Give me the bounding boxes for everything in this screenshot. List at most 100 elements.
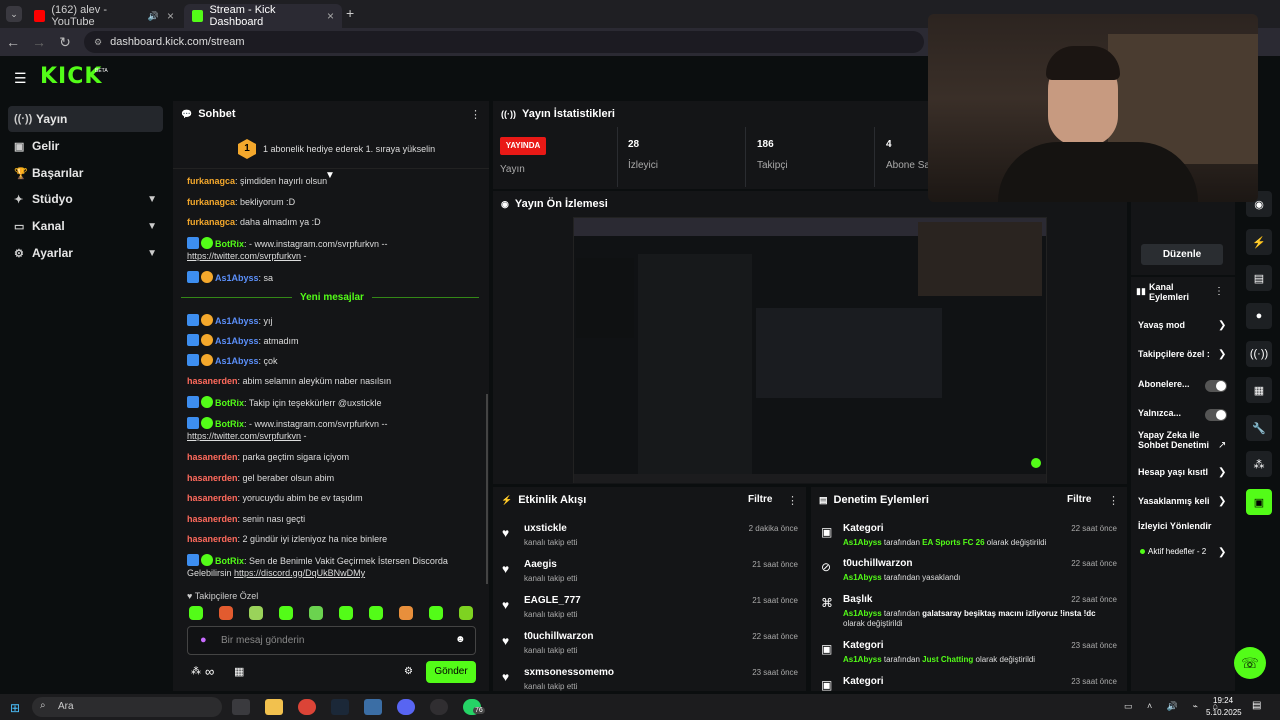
chevron-right-icon[interactable]: ❯ xyxy=(1218,547,1226,558)
close-tab-icon[interactable]: × xyxy=(167,9,174,23)
channel-action-label[interactable]: Yapay Zeka ile Sohbet Denetimi xyxy=(1138,430,1216,450)
file-explorer-icon[interactable] xyxy=(265,699,283,715)
sidebar-item-gelir[interactable]: ▣ Gelir xyxy=(8,133,163,159)
clapperboard-icon[interactable]: ▣ xyxy=(1246,489,1272,515)
activity-username[interactable]: EAGLE_777 xyxy=(524,595,581,606)
chat-input[interactable]: ● Bir mesaj gönderin ☻ xyxy=(187,626,476,655)
moderation-actor[interactable]: As1Abyss xyxy=(843,573,882,582)
taskbar-search[interactable]: ⌕ Ara xyxy=(32,697,222,717)
chat-menu-icon[interactable]: ⋮ xyxy=(470,108,481,121)
chat-link[interactable]: https://discord.gg/DqUkBNwDMy xyxy=(234,568,365,578)
activity-username[interactable]: Aaegis xyxy=(524,559,557,570)
tab-youtube[interactable]: (162) alev - YouTube 🔊 × xyxy=(26,4,182,28)
emote-icon[interactable] xyxy=(219,606,233,620)
chevron-right-icon[interactable]: ❯ xyxy=(1218,349,1226,360)
menu-icon[interactable]: ☰ xyxy=(14,70,27,87)
moderation-actor[interactable]: As1Abyss xyxy=(843,655,882,664)
chat-username[interactable]: hasanerden xyxy=(187,473,238,483)
emote-icon[interactable] xyxy=(279,606,293,620)
kicks-icon[interactable]: ⁂ xyxy=(191,666,201,677)
kick-logo[interactable]: KICK xyxy=(40,64,102,89)
app-icon[interactable] xyxy=(364,699,382,715)
obs-icon[interactable] xyxy=(430,699,448,715)
toggle-switch[interactable] xyxy=(1205,380,1227,392)
chat-username[interactable]: BotRix xyxy=(215,398,244,408)
chat-scrollbar[interactable] xyxy=(486,394,488,584)
moderation-filter-button[interactable]: Filtre xyxy=(1067,494,1091,505)
activity-username[interactable]: uxstickle xyxy=(524,523,567,534)
broadcast-icon[interactable]: ((·)) xyxy=(1246,341,1272,367)
chat-username[interactable]: hasanerden xyxy=(187,534,238,544)
discord-icon[interactable] xyxy=(397,699,415,715)
channel-action-label[interactable]: Hesap yaşı kısıtl xyxy=(1138,467,1228,477)
chat-username[interactable]: furkanagca xyxy=(187,176,235,186)
chat-link[interactable]: https://twitter.com/svrpfurkvn xyxy=(187,431,301,441)
sidebar-item-kanal[interactable]: ▭ Kanal ▼ xyxy=(8,213,163,239)
tab-list-icon[interactable]: ⌄ xyxy=(6,6,22,22)
chat-username[interactable]: BotRix xyxy=(215,556,244,566)
chat-settings-icon[interactable]: ⚙ xyxy=(404,666,413,677)
chat-username[interactable]: furkanagca xyxy=(187,197,235,207)
edit-button[interactable]: Düzenle xyxy=(1141,244,1223,265)
task-view-icon[interactable] xyxy=(232,699,250,715)
support-button[interactable]: ☏ xyxy=(1234,647,1266,679)
chevron-right-icon[interactable]: ❯ xyxy=(1218,320,1226,331)
moderation-menu-icon[interactable]: ⋮ xyxy=(1108,494,1119,507)
gift-icon[interactable]: ▦ xyxy=(234,665,244,678)
windows-start-icon[interactable]: ⊞ xyxy=(10,701,20,715)
new-tab-button[interactable]: + xyxy=(346,5,354,21)
url-input[interactable]: ⚙ dashboard.kick.com/stream xyxy=(84,31,924,53)
chat-username[interactable]: hasanerden xyxy=(187,376,238,386)
moderation-actor[interactable]: As1Abyss xyxy=(843,538,882,547)
emote-icon[interactable] xyxy=(429,606,443,620)
channel-actions-menu-icon[interactable]: ⋮ xyxy=(1214,286,1224,297)
notification-icon[interactable]: ▤ xyxy=(1252,700,1261,711)
chat-username[interactable]: hasanerden xyxy=(187,452,238,462)
chevron-down-icon[interactable]: ▼ xyxy=(147,221,157,232)
steam-icon[interactable] xyxy=(331,699,349,715)
chat-username[interactable]: hasanerden xyxy=(187,514,238,524)
chat-username[interactable]: BotRix xyxy=(215,239,244,249)
chat-link[interactable]: https://twitter.com/svrpfurkvn xyxy=(187,251,301,261)
activity-username[interactable]: t0uchillwarzon xyxy=(524,631,593,642)
document-icon[interactable]: ▤ xyxy=(1246,265,1272,291)
tab-kick[interactable]: Stream - Kick Dashboard × xyxy=(184,4,342,28)
close-tab-icon[interactable]: × xyxy=(327,9,334,23)
channel-action-label[interactable]: Takipçilere özel : xyxy=(1138,349,1228,359)
channel-action-label[interactable]: Yavaş mod xyxy=(1138,320,1228,330)
chevron-down-icon[interactable]: ▼ xyxy=(147,194,157,205)
activity-menu-icon[interactable]: ⋮ xyxy=(787,494,798,507)
chat-username[interactable]: As1Abyss xyxy=(215,356,259,366)
external-link-icon[interactable]: ↗ xyxy=(1218,440,1226,451)
site-info-icon[interactable]: ⚙ xyxy=(94,37,102,48)
chat-username[interactable]: As1Abyss xyxy=(215,316,259,326)
emote-icon[interactable] xyxy=(369,606,383,620)
emote-icon[interactable] xyxy=(249,606,263,620)
sidebar-item-yayin[interactable]: ((·)) Yayın xyxy=(8,106,163,132)
stream-preview-video[interactable] xyxy=(573,217,1047,483)
emoji-icon[interactable]: ☻ xyxy=(455,634,466,645)
chat-username[interactable]: furkanagca xyxy=(187,217,235,227)
channel-action-label[interactable]: Yasaklanmış keli xyxy=(1138,496,1228,506)
reload-icon[interactable]: ↻ xyxy=(52,34,78,51)
chrome-icon[interactable] xyxy=(298,699,316,715)
chat-username[interactable]: As1Abyss xyxy=(215,273,259,283)
chevron-right-icon[interactable]: ❯ xyxy=(1218,467,1226,478)
chat-username[interactable]: BotRix xyxy=(215,419,244,429)
emote-icon[interactable] xyxy=(459,606,473,620)
layout-icon[interactable]: ▦ xyxy=(1246,377,1272,403)
chat-bubble-icon[interactable]: ● xyxy=(1246,303,1272,329)
kicks-icon[interactable]: ⁂ xyxy=(1246,451,1272,477)
emote-icon[interactable] xyxy=(309,606,323,620)
sidebar-item-studyo[interactable]: ✦ Stüdyo ▼ xyxy=(8,186,163,212)
back-icon[interactable]: ← xyxy=(0,34,26,50)
channel-action-label[interactable]: İzleyici Yönlendir xyxy=(1138,521,1228,531)
emote-icon[interactable] xyxy=(189,606,203,620)
chevron-down-icon[interactable]: ▼ xyxy=(147,248,157,259)
activity-filter-button[interactable]: Filtre xyxy=(748,494,772,505)
microphone-icon[interactable]: ● xyxy=(200,634,207,646)
sidebar-item-ayarlar[interactable]: ⚙ Ayarlar ▼ xyxy=(8,240,163,266)
emote-icon[interactable] xyxy=(339,606,353,620)
emote-icon[interactable] xyxy=(399,606,413,620)
send-button[interactable]: Gönder xyxy=(426,661,476,683)
